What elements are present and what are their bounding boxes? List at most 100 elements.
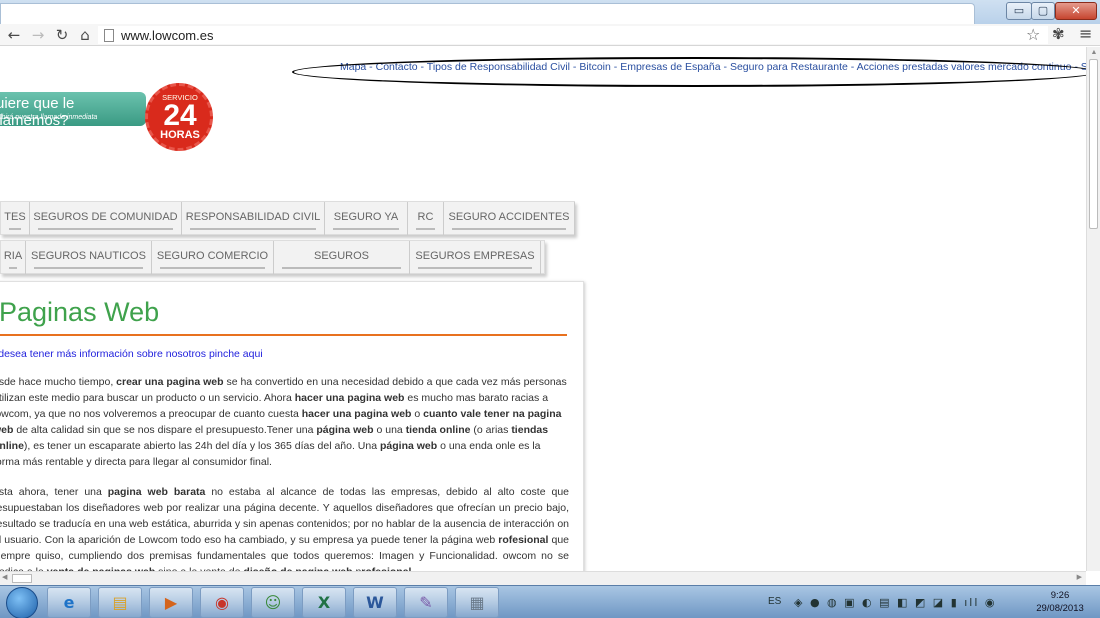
menu-item[interactable]: SEGURO ACCIDENTES [444, 202, 575, 235]
paragraph-text: o una [373, 424, 406, 436]
close-button[interactable]: ✕ [1055, 2, 1097, 20]
main-menu-row-2: RIA SEGUROS NAUTICOS SEGURO COMERCIO SEGURO… [0, 240, 545, 293]
menu-item-underline [452, 228, 566, 230]
menu-item-label: SEGURO ACCIDENTES [448, 211, 570, 223]
maximize-button[interactable]: ▢ [1031, 2, 1055, 20]
paragraph-1: esde hace mucho tiempo, crear una pagina… [0, 374, 569, 470]
file-explorer-icon[interactable]: ▤ [98, 587, 142, 618]
menu-item[interactable]: SEGUROS EMPRESAS [410, 241, 541, 274]
menu-item-label: RC [417, 211, 434, 223]
page-title: Paginas Web [0, 297, 160, 327]
emphasis-text: página web [316, 424, 374, 436]
address-bar[interactable]: www.lowcom.es [98, 26, 1048, 44]
paragraph-2: asta ahora, tener una pagina web barata … [0, 484, 569, 571]
menu-item[interactable]: SEGUROS NAUTICOS [26, 241, 152, 274]
clock-time[interactable]: 9:26 [1030, 590, 1090, 601]
menu-item-label: SEGUROS EMPRESAS [415, 250, 535, 262]
vertical-scroll-thumb[interactable] [1089, 59, 1098, 229]
menu-icon[interactable]: ≡ [1079, 24, 1092, 43]
paragraph-text: de alta calidad sin que se nos dispare e… [13, 424, 317, 436]
taskbar: e ▤ ▶ ◉ ☺ X W ✎ ▦ ES ◈ ● ◍ ▣ ◐ ▤ ◧ ◩ ◪ ▮ ıll ◉ 9… [0, 585, 1100, 618]
vertical-scrollbar[interactable]: ▲ [1086, 47, 1100, 571]
system-tray: ES ◈ ● ◍ ▣ ◐ ▤ ◧ ◩ ◪ ▮ ıll ◉ 9:26 29/08/… [760, 586, 1100, 618]
emphasis-text: rofesional [498, 534, 549, 546]
url-text[interactable]: www.lowcom.es [121, 28, 213, 43]
emphasis-text: hacer una pagina web [294, 392, 405, 404]
menu-item-underline [190, 228, 316, 230]
page-icon [104, 29, 114, 42]
excel-icon[interactable]: X [302, 587, 346, 618]
badge-number: 24 [163, 99, 197, 132]
menu-item-underline [9, 228, 21, 230]
call-button-title: uiere que le llamemos? [0, 95, 75, 129]
menu-item[interactable]: SEGURO YA [325, 202, 408, 235]
internet-explorer-icon[interactable]: e [47, 587, 91, 618]
menu-item-underline [416, 228, 435, 230]
scroll-up-arrow-icon[interactable]: ▲ [1087, 49, 1100, 56]
clock-date[interactable]: 29/08/2013 [1030, 603, 1090, 614]
paragraph-text: o [411, 408, 424, 420]
menu-item-label: SEGUROS NAUTICOS [31, 250, 146, 262]
media-player-icon[interactable]: ▶ [149, 587, 193, 618]
menu-item-underline [38, 228, 173, 230]
reload-icon[interactable]: ↻ [52, 25, 72, 45]
menu-item[interactable]: RIA [1, 241, 26, 274]
menu-item-underline [34, 267, 143, 269]
title-divider [0, 334, 567, 336]
star-icon[interactable]: ☆ [1026, 25, 1040, 44]
menu-item-underline [333, 228, 399, 230]
horizontal-scroll-thumb[interactable] [12, 574, 32, 583]
word-icon[interactable]: W [353, 587, 397, 618]
paragraph-text: esde hace mucho tiempo, [0, 376, 117, 388]
menu-item-label: SEGURO YA [333, 211, 399, 223]
menu-item[interactable]: SEGUROS PARTICULARES [274, 241, 410, 293]
back-arrow-icon[interactable]: ← [4, 25, 24, 45]
tab-strip [0, 3, 975, 24]
emphasis-text: pagina web barata [107, 486, 206, 498]
menu-item[interactable]: RESPONSABILIDAD CIVIL [182, 202, 325, 235]
extension-icon[interactable]: ✾ [1052, 25, 1065, 43]
chrome-icon[interactable]: ◉ [200, 587, 244, 618]
menu-item[interactable]: RC [408, 202, 444, 235]
window-titlebar: ▭ ▢ ✕ [0, 0, 1100, 24]
paragraph-text: (o arias [470, 424, 512, 436]
scroll-left-arrow-icon[interactable]: ◀ [2, 573, 7, 581]
info-link[interactable]: i desea tener más información sobre noso… [0, 348, 263, 360]
badge-bottom-text: HORAS [160, 129, 200, 141]
start-button[interactable] [6, 587, 38, 618]
emphasis-text: página web [379, 440, 438, 452]
menu-item[interactable]: TES [1, 202, 30, 235]
menu-item[interactable]: SEGUROS DE COMUNIDAD [30, 202, 182, 235]
emphasis-text: tienda online [405, 424, 471, 436]
menu-item-label: SEGURO COMERCIO [156, 250, 269, 262]
menu-item-label: TES [4, 211, 26, 223]
emphasis-text: hacer una pagina web [301, 408, 412, 420]
calculator-icon[interactable]: ▦ [455, 587, 499, 618]
paragraph-text: ), es tener un escaparate abierto las 24… [23, 440, 380, 452]
menu-item-label: RESPONSABILIDAD CIVIL [185, 211, 321, 223]
menu-item-underline [282, 267, 401, 269]
menu-item-label: SEGUROS DE COMUNIDAD [33, 211, 178, 223]
home-icon[interactable]: ⌂ [75, 25, 95, 45]
highlight-ellipse [292, 57, 1086, 87]
paragraph-text: asta ahora, tener una [0, 486, 108, 498]
menu-item-underline [9, 267, 17, 269]
language-indicator[interactable]: ES [768, 596, 781, 607]
service-24h-badge: SERVICIO 24 HORAS [145, 79, 215, 155]
menu-item-underline [160, 267, 265, 269]
menu-item-label: RIA [3, 250, 23, 262]
forward-arrow-icon[interactable]: → [28, 25, 48, 45]
tray-icons[interactable]: ◈ ● ◍ ▣ ◐ ▤ ◧ ◩ ◪ ▮ ıll ◉ [794, 596, 997, 609]
horizontal-scrollbar[interactable]: ◀ ▶ [0, 571, 1086, 585]
messenger-icon[interactable]: ☺ [251, 587, 295, 618]
call-button-subtitle: ibirá nuestra llamada inmediata [0, 114, 98, 121]
call-me-button[interactable]: uiere que le llamemos? ibirá nuestra lla… [0, 92, 146, 129]
paint-icon[interactable]: ✎ [404, 587, 448, 618]
main-menu-row-1: TES SEGUROS DE COMUNIDAD RESPONSABILIDAD C… [0, 201, 575, 235]
page-viewport: Mapa - Contacto - Tipos de Responsabilid… [0, 47, 1086, 571]
minimize-button[interactable]: ▭ [1006, 2, 1032, 20]
scroll-right-arrow-icon[interactable]: ▶ [1077, 573, 1082, 581]
menu-item[interactable]: SEGURO COMERCIO [152, 241, 274, 274]
emphasis-text: crear una pagina web [116, 376, 224, 388]
emphasis-text: cuanto vale tener [423, 408, 510, 420]
